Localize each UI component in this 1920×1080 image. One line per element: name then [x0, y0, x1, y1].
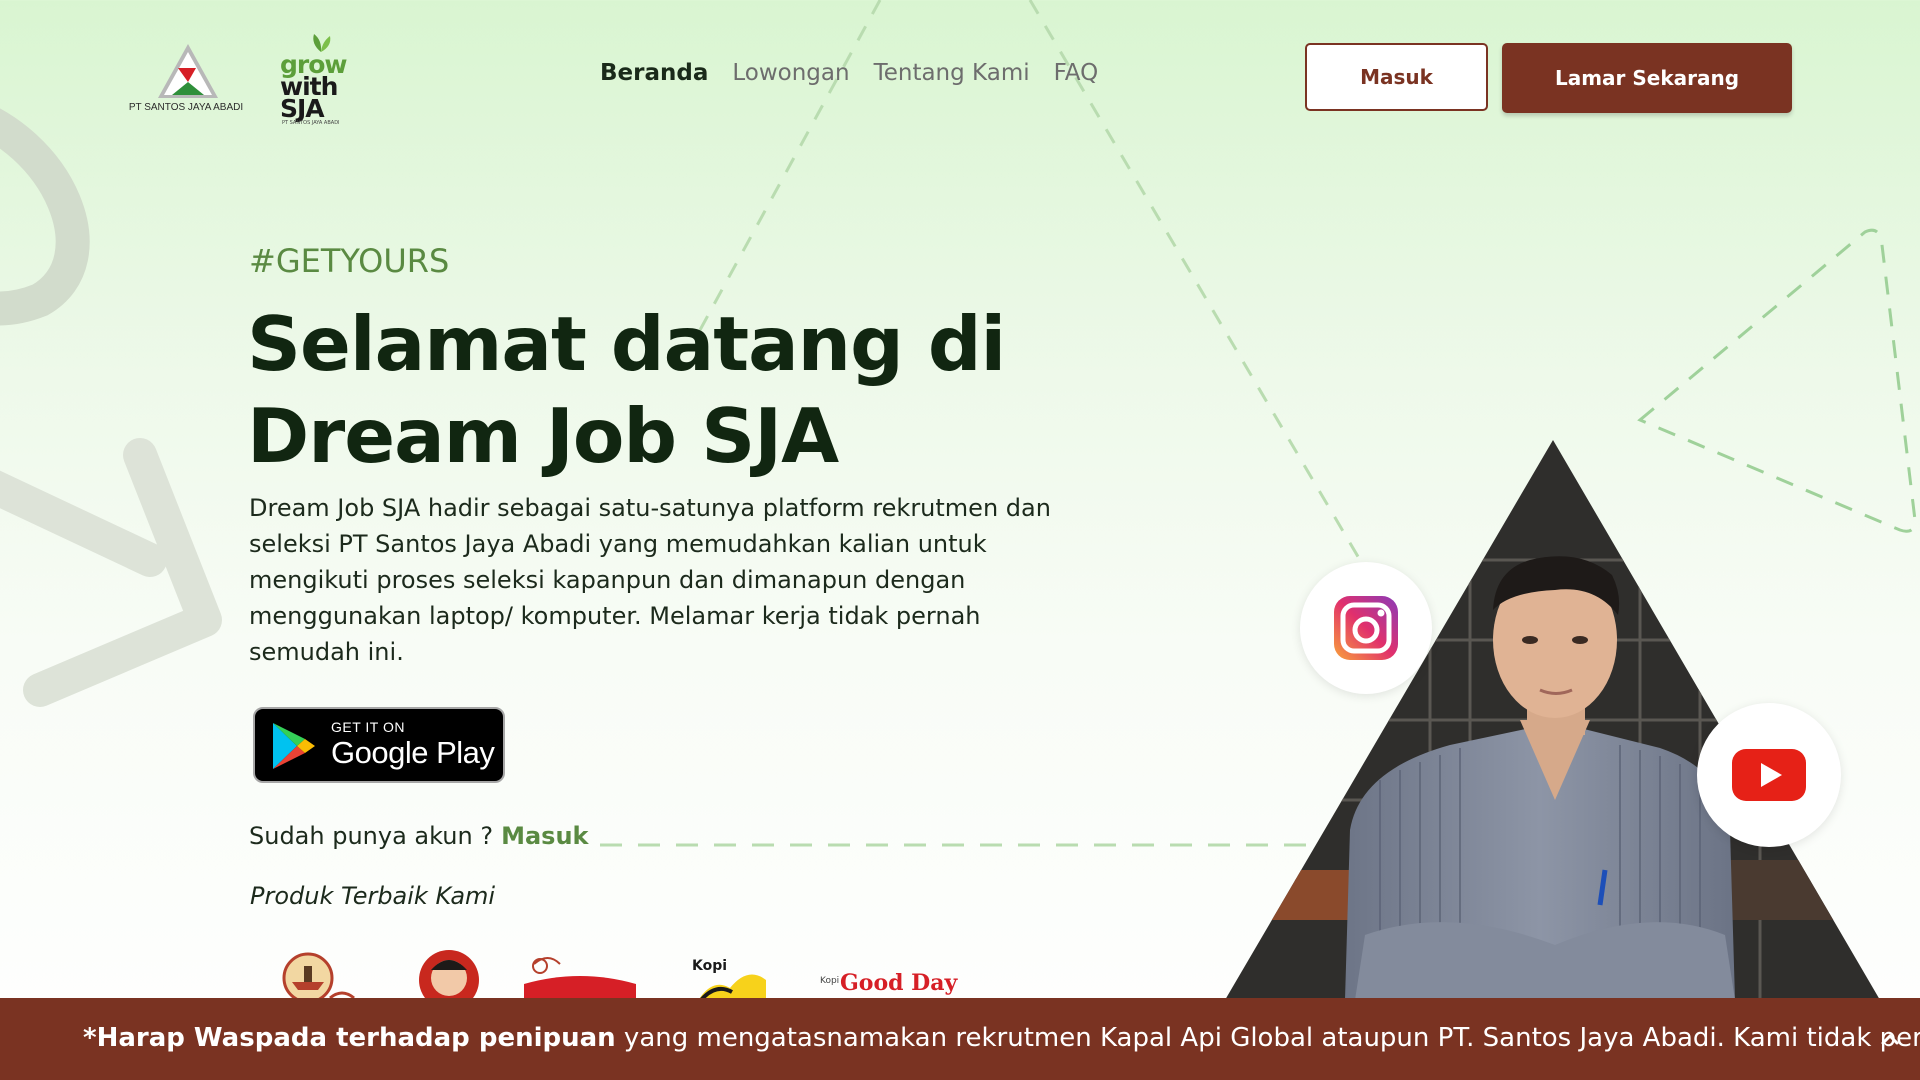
- hero-description: Dream Job SJA hadir sebagai satu-satunya…: [249, 494, 1051, 666]
- nav-faq[interactable]: FAQ: [1054, 60, 1099, 86]
- brand-abc-logo[interactable]: [414, 948, 484, 998]
- page-title: Selamat datang di Dream Job SJA: [247, 298, 1147, 482]
- grow-with-sja-logo[interactable]: grow with SJA PT SANTOS JAYA ABADI: [276, 32, 366, 126]
- account-question: Sudah punya akun ?: [249, 822, 494, 850]
- brand-good-day-logo[interactable]: Kopi Good Day: [820, 948, 960, 998]
- kapal-api-icon: [282, 952, 355, 998]
- nav-tentang-kami[interactable]: Tentang Kami: [874, 60, 1030, 86]
- youtube-button[interactable]: [1697, 703, 1841, 847]
- apply-now-button[interactable]: Lamar Sekarang: [1502, 43, 1792, 113]
- good-day-label: Good Day: [840, 970, 958, 996]
- company-logo-icon: [158, 44, 218, 98]
- google-play-small-text: GET IT ON: [331, 719, 405, 735]
- headline-line-2: Dream Job SJA: [247, 392, 839, 480]
- google-play-big-text: Google Play: [331, 735, 495, 770]
- main-nav: Beranda Lowongan Tentang Kami FAQ: [600, 60, 1098, 86]
- hashtag: #GETYOURS: [249, 242, 450, 280]
- instagram-button[interactable]: [1300, 562, 1432, 694]
- good-day-kopi-label: Kopi: [820, 976, 840, 986]
- youtube-icon: [1732, 749, 1806, 801]
- abc-icon: [419, 950, 479, 998]
- nav-beranda[interactable]: Beranda: [600, 60, 708, 86]
- login-button[interactable]: Masuk: [1305, 43, 1488, 111]
- nav-lowongan[interactable]: Lowongan: [732, 60, 849, 86]
- account-prompt: Sudah punya akun ? Masuk: [249, 822, 589, 850]
- login-link[interactable]: Masuk: [501, 822, 588, 850]
- headline-line-1: Selamat datang di: [247, 300, 1006, 388]
- brand-kopi-ya-logo[interactable]: Kopi: [690, 948, 770, 998]
- products-label: Produk Terbaik Kami: [250, 882, 496, 910]
- instagram-icon: [1334, 596, 1398, 660]
- google-play-badge[interactable]: GET IT ON Google Play: [253, 707, 505, 783]
- logo-word-sja: SJA: [280, 94, 325, 123]
- excelso-icon: [524, 957, 636, 998]
- warning-message: *Harap Waspada terhadap penipuan yang me…: [83, 1023, 1920, 1053]
- warning-banner: *Harap Waspada terhadap penipuan yang me…: [0, 998, 1920, 1080]
- warning-rest-text: yang mengatasnamakan rekrutmen Kapal Api…: [615, 1023, 1920, 1053]
- kopi-ya-icon: [699, 974, 766, 998]
- company-logo-text: PT SANTOS JAYA ABADI: [128, 102, 244, 113]
- chevron-up-icon[interactable]: [1878, 1028, 1902, 1052]
- brand-kapal-api-logo[interactable]: [280, 948, 370, 998]
- warning-bold-text: *Harap Waspada terhadap penipuan: [83, 1023, 616, 1053]
- logo-grow-subtitle: PT SANTOS JAYA ABADI: [282, 120, 340, 126]
- google-play-icon: [273, 723, 315, 769]
- company-logo[interactable]: PT SANTOS JAYA ABADI: [126, 40, 246, 120]
- brand-excelso-logo[interactable]: [520, 948, 640, 998]
